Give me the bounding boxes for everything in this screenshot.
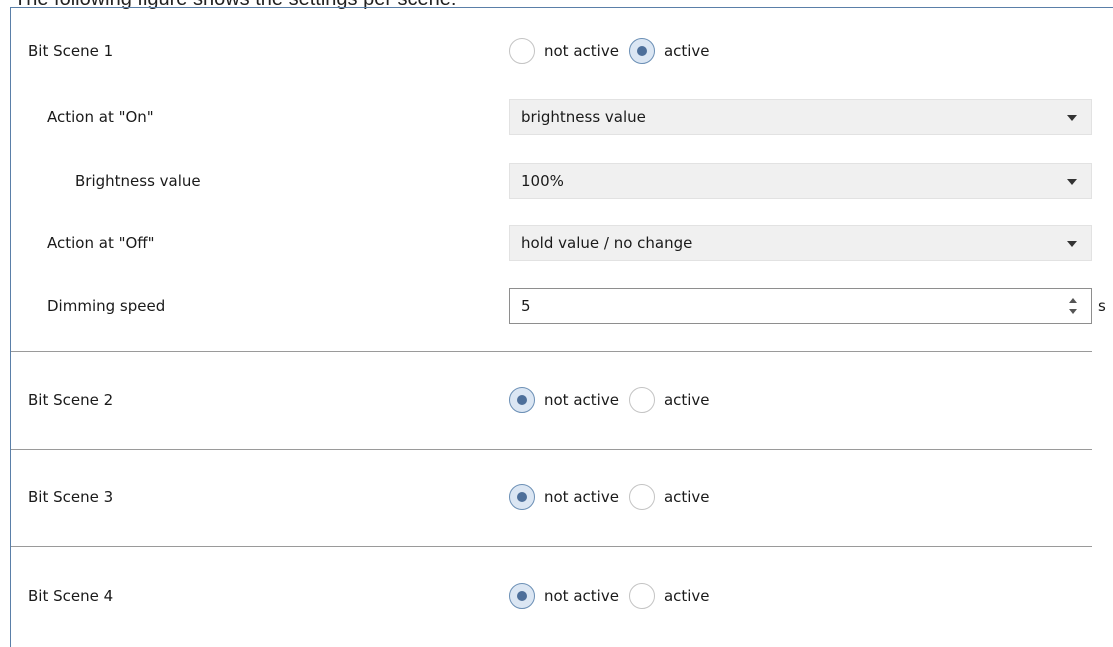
dimming-label: Dimming speed [47,297,166,315]
action-off-dropdown[interactable]: hold value / no change [509,225,1092,261]
dimming-unit: s [1098,297,1106,315]
radio-selected[interactable] [509,583,535,609]
scene1-active-option[interactable]: active [628,38,710,64]
divider [11,546,1092,547]
radio-selected[interactable] [509,484,535,510]
scene1-label: Bit Scene 1 [28,42,114,60]
scene3-active-option[interactable]: active [628,484,710,510]
chevron-down-icon [1067,179,1077,185]
action-on-dropdown[interactable]: brightness value [509,99,1092,135]
radio-unselected[interactable] [628,387,655,413]
divider [11,351,1092,352]
option-label: not active [544,587,619,605]
brightness-value: 100% [521,172,564,190]
brightness-label: Brightness value [75,172,201,190]
scene2-radio-group: not active active [509,387,720,413]
scene4-active-option[interactable]: active [628,583,710,609]
radio-unselected[interactable] [628,484,655,510]
scene1-radio-group: not active active [509,38,720,64]
scene1-not-active-option[interactable]: not active [509,38,619,64]
scene3-row: Bit Scene 3 not active active [11,479,1113,515]
radio-unselected[interactable] [628,583,655,609]
scene3-not-active-option[interactable]: not active [509,484,619,510]
action-off-row: Action at "Off" hold value / no change [11,225,1113,261]
option-label: active [663,587,710,605]
scene4-row: Bit Scene 4 not active active [11,578,1113,614]
action-on-label: Action at "On" [47,108,154,126]
radio-selected[interactable] [628,38,655,64]
scene2-not-active-option[interactable]: not active [509,387,619,413]
action-on-row: Action at "On" brightness value [11,99,1113,135]
option-label: not active [544,488,619,506]
option-label: not active [544,42,619,60]
divider [11,449,1092,450]
brightness-dropdown[interactable]: 100% [509,163,1092,199]
brightness-row: Brightness value 100% [11,163,1113,199]
radio-unselected[interactable] [509,38,535,64]
option-label: not active [544,391,619,409]
action-off-value: hold value / no change [521,234,693,252]
scene3-radio-group: not active active [509,484,720,510]
radio-selected[interactable] [509,387,535,413]
option-label: active [663,391,710,409]
scene4-label: Bit Scene 4 [28,587,114,605]
dimming-value: 5 [521,297,531,315]
scene2-active-option[interactable]: active [628,387,710,413]
spin-up-icon[interactable] [1069,298,1077,303]
action-off-label: Action at "Off" [47,234,155,252]
scene4-radio-group: not active active [509,583,720,609]
chevron-down-icon [1067,241,1077,247]
dimming-speed-stepper[interactable]: 5 [509,288,1092,324]
scene1-row: Bit Scene 1 not active active [11,33,1113,69]
chevron-down-icon [1067,115,1077,121]
action-on-value: brightness value [521,108,646,126]
spin-down-icon[interactable] [1069,309,1077,314]
option-label: active [663,42,710,60]
scene4-not-active-option[interactable]: not active [509,583,619,609]
scene3-label: Bit Scene 3 [28,488,114,506]
scene-settings-panel: Bit Scene 1 not active active Action at … [10,7,1113,647]
scene2-label: Bit Scene 2 [28,391,114,409]
option-label: active [663,488,710,506]
scene2-row: Bit Scene 2 not active active [11,382,1113,418]
dimming-row: Dimming speed 5 s [11,288,1113,324]
